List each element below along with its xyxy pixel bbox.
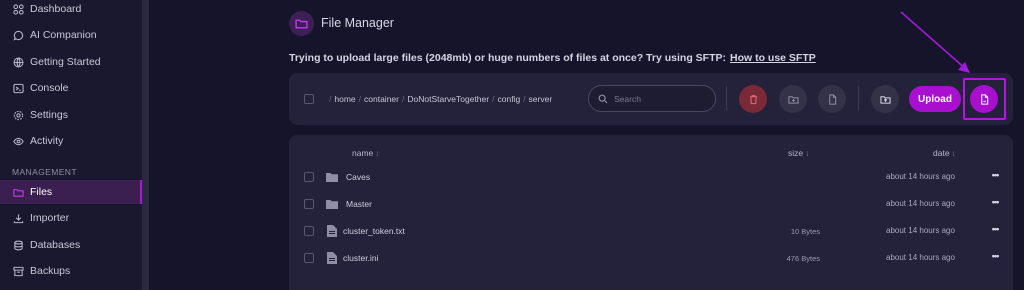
eye-icon bbox=[12, 135, 24, 147]
chat-icon bbox=[12, 29, 24, 41]
file-name[interactable]: Master bbox=[346, 199, 372, 209]
row-actions-button[interactable]: ••• bbox=[988, 224, 1002, 234]
file-table bbox=[289, 135, 1013, 290]
annotation-arrow bbox=[900, 11, 970, 73]
sidebar-item-label: Dashboard bbox=[30, 3, 82, 15]
folder-icon bbox=[289, 11, 314, 36]
new-file-button[interactable] bbox=[818, 85, 846, 113]
annotation-highlight-box bbox=[963, 78, 1006, 120]
search-box[interactable] bbox=[588, 85, 716, 112]
sftp-notice: Trying to upload large files (2048mb) or… bbox=[289, 52, 816, 64]
dashboard-icon bbox=[12, 3, 24, 15]
file-name[interactable]: Caves bbox=[346, 172, 370, 182]
breadcrumb-home[interactable]: home bbox=[334, 94, 355, 104]
file-icon bbox=[326, 225, 338, 237]
sidebar-item-backups[interactable]: Backups bbox=[0, 259, 142, 283]
folder-plus-icon bbox=[787, 95, 799, 104]
row-checkbox[interactable] bbox=[304, 253, 314, 263]
file-date: about 14 hours ago bbox=[886, 172, 955, 181]
page-title: File Manager bbox=[321, 16, 394, 30]
breadcrumb-donotstarvetogether[interactable]: DoNotStarveTogether bbox=[407, 94, 489, 104]
globe-icon bbox=[12, 56, 24, 68]
breadcrumb: / home / container / DoNotStarveTogether… bbox=[329, 94, 553, 104]
sidebar-item-label: Importer bbox=[30, 212, 70, 224]
file-name[interactable]: cluster_token.txt bbox=[343, 226, 405, 236]
section-label-management: MANAGEMENT bbox=[12, 167, 77, 177]
new-folder-button[interactable] bbox=[779, 85, 807, 113]
column-header-date[interactable]: date ↓ bbox=[933, 148, 956, 158]
folder-icon bbox=[326, 171, 338, 183]
terminal-icon bbox=[12, 82, 24, 94]
breadcrumb-container[interactable]: container bbox=[364, 94, 399, 104]
sidebar-item-label: Activity bbox=[30, 135, 64, 147]
column-header-size[interactable]: size ↓ bbox=[788, 148, 809, 158]
column-header-name[interactable]: name ↓ bbox=[352, 148, 380, 158]
sidebar-item-label: Databases bbox=[30, 239, 81, 251]
file-name[interactable]: cluster.ini bbox=[343, 253, 378, 263]
sidebar-item-label: Backups bbox=[30, 265, 71, 277]
sidebar-item-label: Console bbox=[30, 82, 69, 94]
folder-icon bbox=[326, 198, 338, 210]
sidebar-item-settings[interactable]: Settings bbox=[0, 103, 142, 127]
download-icon bbox=[12, 212, 24, 224]
file-size: 476 Bytes bbox=[786, 254, 820, 263]
archive-icon bbox=[12, 265, 24, 277]
upload-folder-button[interactable] bbox=[871, 85, 899, 113]
sidebar-item-label: Settings bbox=[30, 109, 68, 121]
sidebar-item-console[interactable]: Console bbox=[0, 76, 142, 100]
file-date: about 14 hours ago bbox=[886, 253, 955, 262]
folder-upload-icon bbox=[879, 95, 891, 104]
search-icon bbox=[598, 94, 608, 103]
sidebar-item-dashboard[interactable]: Dashboard bbox=[0, 0, 142, 21]
breadcrumb-config[interactable]: config bbox=[497, 94, 520, 104]
sidebar-scrollbar[interactable] bbox=[142, 0, 149, 290]
folder-icon bbox=[12, 186, 24, 198]
row-checkbox[interactable] bbox=[304, 199, 314, 209]
toolbar-divider bbox=[858, 86, 859, 110]
sidebar-item-ai-companion[interactable]: AI Companion bbox=[0, 23, 142, 47]
sftp-help-link[interactable]: How to use SFTP bbox=[730, 52, 816, 64]
sidebar-item-importer[interactable]: Importer bbox=[0, 206, 142, 230]
toolbar-divider bbox=[726, 86, 727, 110]
gear-icon bbox=[12, 109, 24, 121]
sidebar-item-files[interactable]: Files bbox=[0, 180, 142, 204]
sidebar-item-getting-started[interactable]: Getting Started bbox=[0, 50, 142, 74]
sidebar-item-databases[interactable]: Databases bbox=[0, 233, 142, 257]
sidebar-item-label: Getting Started bbox=[30, 56, 101, 68]
file-icon bbox=[828, 93, 836, 105]
delete-button[interactable] bbox=[739, 85, 767, 113]
file-icon bbox=[326, 252, 338, 264]
upload-button[interactable]: Upload bbox=[909, 86, 961, 112]
sidebar-item-activity[interactable]: Activity bbox=[0, 129, 142, 153]
select-all-checkbox[interactable] bbox=[304, 94, 314, 104]
row-checkbox[interactable] bbox=[304, 226, 314, 236]
sftp-notice-text: Trying to upload large files (2048mb) or… bbox=[289, 52, 726, 64]
row-actions-button[interactable]: ••• bbox=[988, 170, 1002, 180]
search-input[interactable] bbox=[614, 93, 704, 104]
file-date: about 14 hours ago bbox=[886, 199, 955, 208]
sidebar-item-label: AI Companion bbox=[30, 29, 97, 41]
trash-icon bbox=[749, 94, 757, 104]
file-size: 10 Bytes bbox=[790, 227, 820, 236]
file-date: about 14 hours ago bbox=[886, 226, 955, 235]
database-icon bbox=[12, 239, 24, 251]
row-checkbox[interactable] bbox=[304, 172, 314, 182]
row-actions-button[interactable]: ••• bbox=[988, 251, 1002, 261]
sidebar-item-label: Files bbox=[30, 186, 53, 198]
sidebar: Dashboard AI Companion Getting Started C… bbox=[0, 0, 142, 290]
row-actions-button[interactable]: ••• bbox=[988, 197, 1002, 207]
breadcrumb-server: server bbox=[528, 94, 553, 104]
